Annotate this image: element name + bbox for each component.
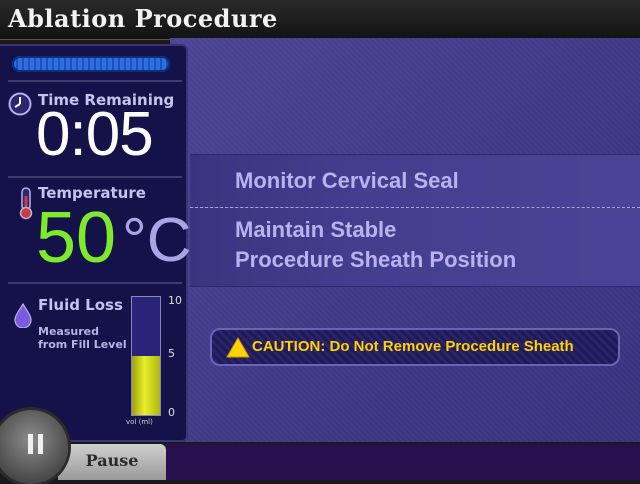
- fluid-level-fill: [132, 356, 160, 415]
- gauge-tick-max: 10: [168, 294, 182, 307]
- divider: [8, 282, 182, 284]
- clock-icon: [8, 92, 32, 120]
- fluid-level-gauge: [131, 296, 161, 416]
- step-text: Monitor Cervical Seal: [235, 168, 459, 193]
- thermometer-icon: [18, 186, 34, 224]
- procedure-progress-bar: [12, 56, 170, 72]
- gauge-tick-min: 0: [168, 406, 175, 419]
- page-title: Ablation Procedure: [8, 4, 278, 33]
- title-bar: Ablation Procedure: [0, 0, 640, 40]
- step-text: Procedure Sheath Position: [235, 247, 517, 272]
- pause-button-label[interactable]: Pause: [58, 444, 166, 480]
- gauge-tick-mid: 5: [168, 347, 175, 360]
- temperature-value: 50: [36, 198, 117, 278]
- caution-banner: CAUTION: Do Not Remove Procedure Sheath: [210, 328, 620, 366]
- fluid-loss-label: Fluid Loss: [38, 296, 123, 314]
- time-remaining-value: 0:05: [36, 100, 154, 169]
- fluid-loss-sublabel: Measured from Fill Level: [38, 325, 127, 351]
- step-item: Maintain Stable Procedure Sheath Positio…: [190, 208, 640, 286]
- divider: [8, 176, 182, 178]
- step-item: Monitor Cervical Seal: [190, 155, 640, 207]
- temperature-unit: °C: [122, 206, 192, 275]
- droplet-icon: [12, 302, 34, 332]
- caution-text: CAUTION: Do Not Remove Procedure Sheath: [252, 338, 574, 355]
- step-border: [190, 286, 640, 287]
- bottom-bar: [166, 444, 640, 480]
- warning-icon: [226, 337, 250, 362]
- divider: [8, 80, 182, 82]
- step-text: Maintain Stable: [235, 217, 397, 242]
- procedure-steps: Monitor Cervical Seal Maintain Stable Pr…: [190, 154, 640, 287]
- gauge-unit-label: vol (ml): [126, 418, 153, 426]
- pause-icon[interactable]: [26, 433, 46, 459]
